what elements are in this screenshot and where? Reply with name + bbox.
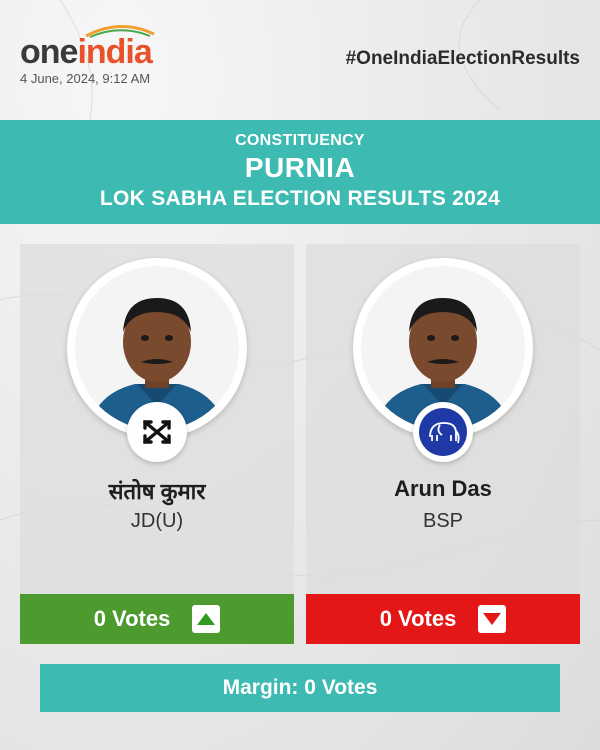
candidate-party: JD(U) <box>130 510 184 532</box>
candidate-name: संतोष कुमार <box>108 479 206 504</box>
candidate-party: BSP <box>422 510 464 532</box>
votes-bar: 0 Votes <box>20 594 294 644</box>
constituency-name: PURNIA <box>244 152 356 183</box>
jdu-arrow-symbol-icon <box>127 402 187 462</box>
logo-text-india: india <box>77 33 152 71</box>
votes-count: 0 Votes <box>379 606 457 631</box>
title-banner: CONSTITUENCY PURNIA LOK SABHA ELECTION R… <box>0 120 600 224</box>
candidate-card: संतोष कुमार JD(U) 0 Votes <box>20 244 294 644</box>
arrow-up-icon <box>192 605 221 633</box>
bsp-elephant-symbol-icon <box>413 402 473 462</box>
constituency-label: CONSTITUENCY <box>235 132 365 149</box>
logo-text: oneindia <box>20 32 153 72</box>
candidate-card: Arun Das BSP 0 Votes <box>306 244 580 644</box>
oneindia-logo[interactable]: oneindia <box>20 22 170 72</box>
candidate-name: Arun Das <box>394 476 492 501</box>
logo-text-one: one <box>20 33 78 71</box>
votes-count: 0 Votes <box>93 606 171 631</box>
election-title: LOK SABHA ELECTION RESULTS 2024 <box>99 187 501 210</box>
votes-bar: 0 Votes <box>306 594 580 644</box>
arrow-down-icon <box>478 605 507 633</box>
margin-bar: Margin: 0 Votes <box>40 664 560 712</box>
hashtag[interactable]: #OneIndiaElectionResults <box>346 48 580 70</box>
timestamp: 4 June, 2024, 9:12 AM <box>20 71 151 86</box>
